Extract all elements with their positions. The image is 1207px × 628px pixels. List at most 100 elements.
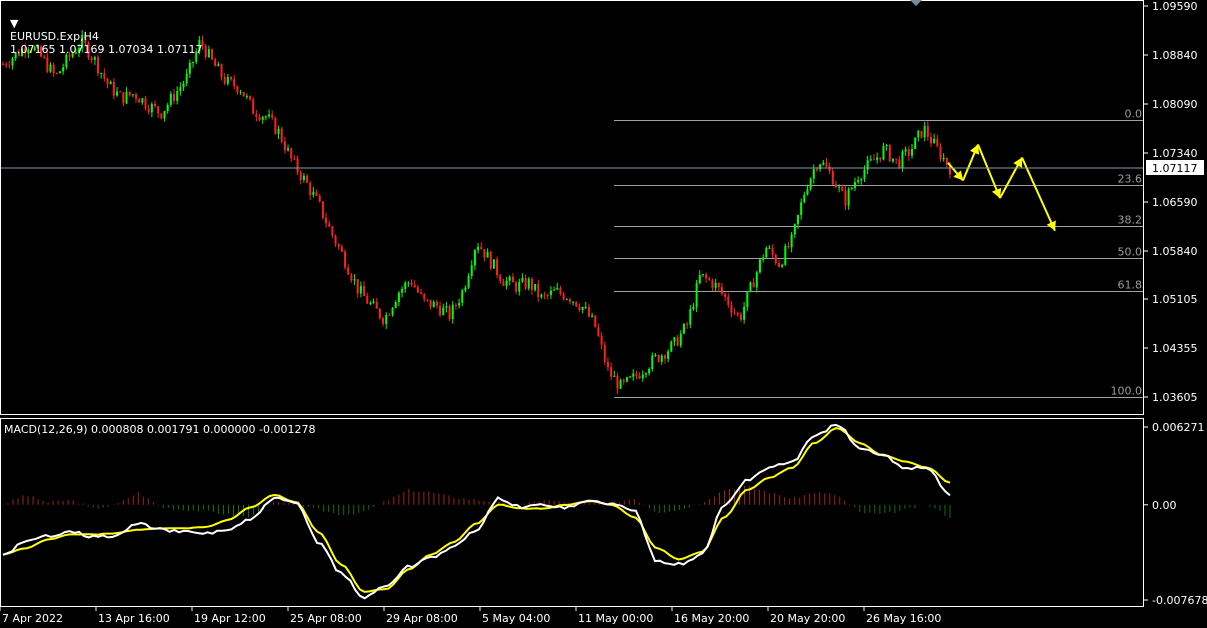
candle-body <box>220 64 223 77</box>
candle-body <box>695 283 698 307</box>
macd-axis: 0.006271 0.00 -0.007678 <box>1143 421 1207 607</box>
candle-body <box>939 146 942 160</box>
menu-triangle-icon[interactable]: ▼ <box>10 17 18 30</box>
candle-body <box>698 275 701 284</box>
candle-body <box>853 182 856 188</box>
candle-body <box>860 179 863 181</box>
candle-body <box>505 280 508 286</box>
candle-body <box>448 306 451 320</box>
candle-body <box>318 195 321 202</box>
candle-body <box>426 299 429 301</box>
candle-body <box>885 145 888 147</box>
time-axis: 7 Apr 2022 13 Apr 16:00 19 Apr 12:00 25 Apr… <box>0 606 941 625</box>
price-axis: 1.09590 1.08840 1.08090 1.07340 1.06590 1.058… <box>1143 0 1198 404</box>
candle-body <box>464 287 467 291</box>
candle-body <box>553 289 556 291</box>
candle-body <box>397 292 400 303</box>
candle-body <box>347 267 350 275</box>
time-tick-label: 7 Apr 2022 <box>2 612 63 625</box>
candle-body <box>423 293 426 300</box>
candle-body <box>603 344 606 362</box>
candle-body <box>676 337 679 346</box>
candle-body <box>369 302 372 304</box>
candle-body <box>264 116 267 118</box>
candle-body <box>591 315 594 317</box>
candle-body <box>473 250 476 266</box>
price-tick-label: 1.08840 <box>1152 49 1198 62</box>
candle-body <box>521 277 524 282</box>
macd-indicator <box>2 423 951 600</box>
candle-body <box>758 259 761 273</box>
fib-level-label: 23.6 <box>1118 173 1143 186</box>
candle-body <box>445 306 448 308</box>
candle-body <box>340 246 343 252</box>
candle-body <box>315 191 318 196</box>
candle-body <box>223 76 226 84</box>
candle-body <box>907 149 910 156</box>
candle-body <box>692 306 695 310</box>
candle-body <box>638 376 641 379</box>
candle-body <box>682 323 685 334</box>
symbol-header: ▼ EURUSD.Exp,H4 1.07165 1.07169 1.07034 … <box>3 4 202 56</box>
candle-body <box>739 314 742 320</box>
candle-body <box>527 278 530 289</box>
candle-body <box>378 308 381 319</box>
candle-body <box>154 103 157 107</box>
candle-body <box>562 293 565 300</box>
candle-body <box>641 374 644 379</box>
candle-body <box>686 323 689 325</box>
fibonacci-retracement[interactable]: 0.0 23.6 38.2 50.0 61.8 100.0 <box>614 108 1143 398</box>
candle-body <box>606 361 609 368</box>
candle-body <box>492 259 495 269</box>
candle-body <box>372 301 375 303</box>
candle-body <box>667 351 670 359</box>
candle-body <box>382 318 385 324</box>
candle-body <box>524 277 527 289</box>
symbol-label: EURUSD.Exp,H4 <box>10 30 99 43</box>
candle-body <box>768 247 771 249</box>
candle-body <box>271 114 274 118</box>
candle-body <box>724 293 727 297</box>
projection-arrows[interactable] <box>947 144 1056 232</box>
candle-body <box>635 373 638 377</box>
candle-body <box>363 285 366 296</box>
candle-body <box>575 301 578 307</box>
candle-body <box>299 172 302 180</box>
candle-body <box>936 138 939 147</box>
candle-body <box>366 295 369 304</box>
candle-body <box>920 130 923 138</box>
candle-body <box>401 288 404 293</box>
candle-body <box>413 284 416 288</box>
candle-body <box>207 49 210 58</box>
candle-body <box>632 373 635 377</box>
candle-body <box>173 93 176 101</box>
candle-body <box>540 294 543 298</box>
candle-body <box>432 301 435 308</box>
candle-body <box>834 184 837 188</box>
candle-body <box>90 57 93 60</box>
time-tick-label: 25 Apr 08:00 <box>290 612 362 625</box>
candle-body <box>895 158 898 160</box>
candle-body <box>388 314 391 316</box>
candle-body <box>280 128 283 142</box>
candle-body <box>334 235 337 245</box>
candle-body <box>119 91 122 93</box>
candle-body <box>587 307 590 317</box>
candle-body <box>819 164 822 170</box>
candle-body <box>762 257 765 260</box>
candle-body <box>258 116 261 120</box>
projection-segment[interactable] <box>1021 157 1056 232</box>
candle-body <box>331 226 334 236</box>
candle-body <box>204 45 207 58</box>
candle-body <box>185 73 188 84</box>
candle-body <box>480 246 483 250</box>
candle-body <box>717 282 720 288</box>
candle-body <box>477 246 480 251</box>
candle-body <box>869 159 872 161</box>
candle-body <box>353 279 356 281</box>
candle-body <box>454 304 457 306</box>
candle-body <box>546 295 549 297</box>
candle-body <box>891 158 894 162</box>
candle-body <box>226 77 229 84</box>
shift-marker-icon[interactable] <box>910 0 922 6</box>
